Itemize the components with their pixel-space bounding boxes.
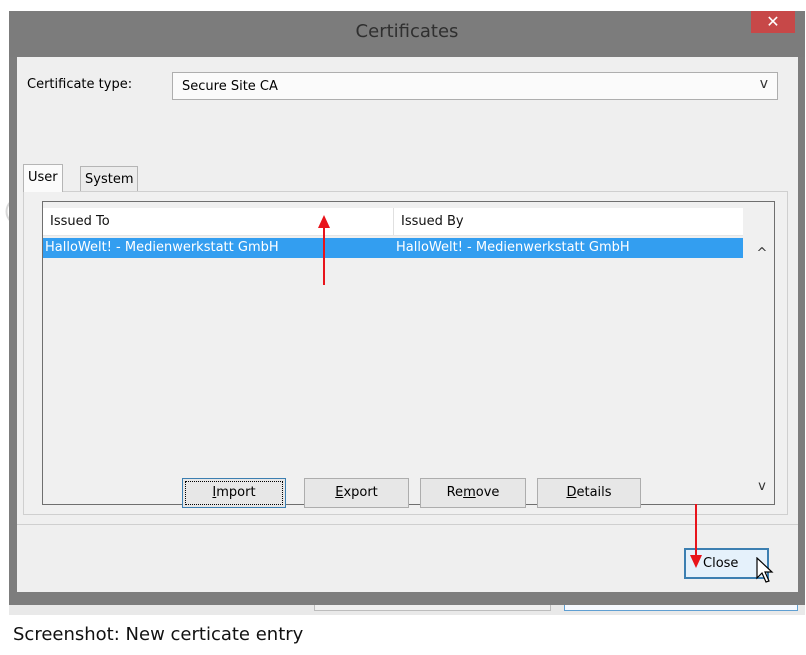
cell-issued-to: HalloWelt! - Medienwerkstatt GmbH bbox=[45, 240, 279, 255]
arrow-head bbox=[690, 555, 702, 568]
remove-label-pre: Re bbox=[446, 485, 464, 500]
chevron-down-icon: v bbox=[759, 76, 768, 92]
import-label-post: mport bbox=[216, 485, 256, 500]
export-button[interactable]: Export bbox=[304, 478, 409, 508]
remove-button[interactable]: Remove bbox=[420, 478, 526, 508]
table-row[interactable]: HalloWelt! - Medienwerkstatt GmbH HalloW… bbox=[43, 238, 743, 258]
dialog-body: Certificate type: Secure Site CA v User … bbox=[17, 57, 798, 525]
details-button[interactable]: Details bbox=[537, 478, 641, 508]
scroll-down-icon[interactable]: v bbox=[754, 479, 770, 494]
tab-user-label: User bbox=[28, 170, 58, 185]
background-button-edge-focused bbox=[564, 605, 798, 611]
remove-label-post: ove bbox=[475, 485, 500, 500]
pointer-shape bbox=[756, 557, 774, 583]
tab-system[interactable]: System bbox=[80, 166, 139, 192]
remove-accesskey: m bbox=[463, 485, 476, 500]
tab-system-label: System bbox=[85, 172, 134, 187]
import-button[interactable]: Import bbox=[182, 478, 286, 508]
tab-user[interactable]: User bbox=[23, 164, 63, 192]
list-header: Issued To Issued By bbox=[43, 208, 743, 236]
background-window-edge bbox=[9, 605, 805, 615]
annotation-arrow-down-icon bbox=[690, 504, 702, 568]
column-header-issued-to[interactable]: Issued To bbox=[43, 208, 393, 235]
close-window-button[interactable]: ✕ bbox=[751, 11, 795, 33]
title-bar: Certificates ✕ bbox=[9, 11, 805, 57]
column-header-issued-by[interactable]: Issued By bbox=[394, 208, 743, 235]
mouse-pointer-icon bbox=[756, 557, 774, 583]
export-label-post: xport bbox=[343, 485, 378, 500]
dialog-client-area: Certificate type: Secure Site CA v User … bbox=[17, 57, 798, 592]
certificate-type-label: Certificate type: bbox=[27, 77, 133, 92]
certificates-dialog: Certificates ✕ Certificate type: Secure … bbox=[9, 11, 805, 605]
dialog-footer bbox=[17, 525, 798, 592]
arrow-head bbox=[318, 215, 330, 228]
scroll-up-icon[interactable]: ^ bbox=[754, 246, 770, 261]
cell-issued-by: HalloWelt! - Medienwerkstatt GmbH bbox=[396, 240, 630, 255]
certificate-list[interactable]: Issued To Issued By HalloWelt! - Medienw… bbox=[42, 201, 775, 505]
annotation-arrow-up-icon bbox=[318, 215, 330, 285]
window-title: Certificates bbox=[355, 21, 459, 42]
screenshot-caption: Screenshot: New certicate entry bbox=[13, 624, 304, 645]
certificate-type-value: Secure Site CA bbox=[182, 79, 278, 94]
background-button-edge bbox=[314, 605, 551, 611]
certificate-type-select[interactable]: Secure Site CA v bbox=[172, 72, 778, 100]
details-label-post: etails bbox=[576, 485, 612, 500]
details-accesskey: D bbox=[566, 485, 577, 500]
close-icon: ✕ bbox=[766, 12, 780, 31]
